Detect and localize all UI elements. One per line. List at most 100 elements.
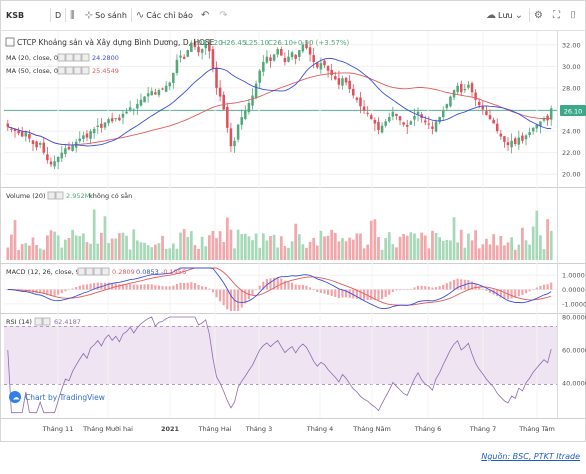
macd-histogram-bar: [535, 287, 538, 290]
macd-histogram-bar: [251, 289, 254, 295]
candle-body: [197, 46, 200, 53]
volume-bar: [287, 247, 290, 260]
macd-tick-label: 0.0000: [562, 286, 585, 294]
macd-legend-icons[interactable]: [77, 267, 110, 276]
volume-bar: [492, 234, 495, 260]
macd-histogram-bar: [380, 289, 384, 299]
rsi-legend: RSI (14) 62.4187: [6, 317, 81, 326]
candle-body: [272, 54, 276, 61]
candle-body: [362, 106, 366, 111]
ohlc-low: L25.10: [245, 39, 269, 47]
candle-body: [96, 125, 100, 127]
macd-histogram-bar: [362, 289, 366, 300]
volume-bar: [531, 226, 535, 260]
volume-legend: Volume (20) 2.952M không có sẵn: [6, 191, 132, 200]
macd-label: MACD (12, 26, close, 9): [6, 268, 82, 276]
macd-histogram-bar: [240, 289, 243, 308]
volume-bar: [96, 243, 100, 260]
candle-body: [82, 135, 85, 139]
volume-bar: [200, 236, 204, 260]
candle-body: [395, 113, 398, 116]
macd-histogram-bar: [395, 289, 398, 291]
volume-bar: [258, 247, 262, 260]
volume-bar: [204, 246, 208, 260]
volume-bar: [64, 239, 67, 260]
candle-body: [459, 84, 463, 93]
candle-body: [53, 161, 56, 167]
candle-body: [290, 52, 294, 58]
candle-body: [143, 96, 146, 103]
volume-bar: [549, 230, 553, 260]
candle-body: [215, 67, 218, 88]
macd-histogram-bar: [168, 286, 171, 290]
candle-body: [67, 146, 71, 150]
macd-value-hist: 0.2809: [112, 268, 135, 276]
ma50-legend-icons[interactable]: [57, 66, 90, 75]
volume-bar: [362, 248, 366, 260]
candle-body: [359, 97, 362, 107]
candle-body: [388, 117, 391, 122]
macd-histogram-bar: [442, 284, 445, 290]
volume-bar: [161, 235, 164, 260]
volume-bar: [85, 242, 89, 260]
macd-histogram-bar: [370, 289, 373, 301]
ma20-legend-icons[interactable]: [57, 53, 90, 62]
macd-histogram-bar: [269, 278, 272, 290]
price-tick-label: 32.00: [562, 41, 581, 49]
macd-histogram-bar: [208, 288, 211, 290]
macd-histogram-bar: [449, 281, 452, 290]
ohlc-close: C26.10: [268, 39, 293, 47]
volume-bar: [135, 240, 139, 260]
volume-bar: [103, 216, 107, 260]
volume-bar: [459, 229, 463, 260]
candle-body: [434, 121, 438, 132]
volume-bar: [517, 244, 521, 260]
volume-bar: [215, 238, 218, 260]
volume-bar: [305, 247, 308, 260]
volume-bar: [485, 238, 488, 260]
volume-legend-icons[interactable]: [47, 191, 64, 200]
candle-body: [10, 128, 13, 130]
volume-bar: [470, 240, 474, 260]
tradingview-watermark[interactable]: ☁ Chart by TradingView: [9, 391, 105, 403]
volume-bar: [211, 230, 215, 260]
macd-histogram-bar: [496, 289, 499, 297]
candle-body: [463, 89, 467, 91]
ohlc-high: H26.45: [221, 39, 246, 47]
macd-histogram-bar: [175, 283, 179, 290]
candle-body: [355, 97, 359, 100]
macd-histogram-bar: [474, 283, 477, 290]
volume-bar: [395, 247, 398, 260]
candle-body: [441, 110, 445, 118]
candle-body: [85, 133, 89, 138]
macd-histogram-bar: [258, 285, 261, 290]
volume-bar: [315, 245, 319, 260]
volume-bar: [272, 234, 276, 260]
volume-na: không có sẵn: [89, 191, 132, 200]
candle-body: [269, 57, 272, 61]
chart-canvas[interactable]: 32.0030.0028.0026.0024.0022.0020.001.000…: [0, 0, 586, 442]
volume-bar: [503, 245, 506, 260]
candle-body: [481, 106, 485, 110]
volume-bar: [74, 235, 78, 260]
candle-body: [499, 133, 503, 137]
volume-bar: [261, 233, 265, 260]
candle-body: [226, 106, 229, 128]
volume-bar: [125, 235, 128, 260]
rsi-legend-icons[interactable]: [34, 317, 51, 326]
volume-bar: [89, 243, 92, 260]
volume-bar: [341, 238, 344, 260]
volume-bar: [366, 244, 370, 260]
volume-bar: [56, 235, 60, 260]
candle-body: [92, 128, 96, 134]
volume-bar: [193, 245, 197, 260]
candle-body: [28, 133, 31, 139]
candle-body: [236, 124, 240, 140]
candle-body: [334, 76, 337, 80]
candle-body: [125, 111, 128, 114]
last-price-text: 26.10: [564, 108, 583, 116]
candle-body: [402, 122, 405, 125]
macd-histogram-bar: [341, 289, 344, 298]
volume-bar: [405, 235, 409, 260]
macd-histogram-bar: [460, 279, 463, 290]
